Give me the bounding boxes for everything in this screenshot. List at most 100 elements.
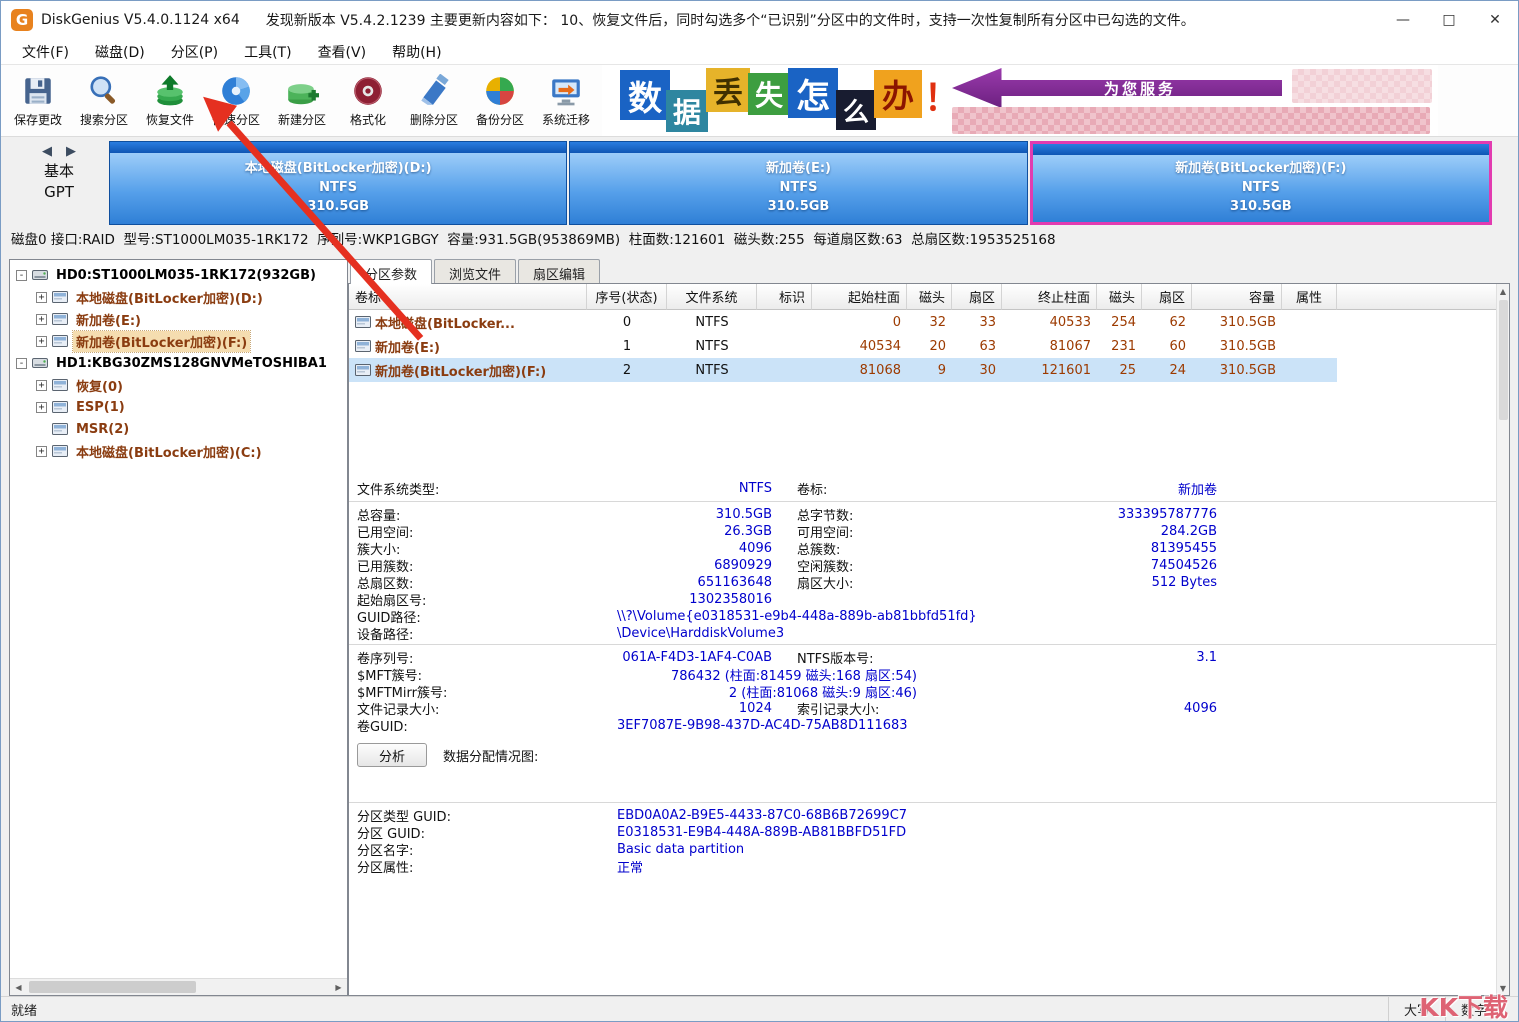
tab-browse-files[interactable]: 浏览文件: [434, 259, 516, 284]
collapse-icon[interactable]: -: [16, 358, 27, 369]
tree-item-hd0[interactable]: - HD0:ST1000LM035-1RK172(932GB): [10, 264, 347, 286]
main-area: - HD0:ST1000LM035-1RK172(932GB) + 本地磁盘(B…: [1, 251, 1518, 996]
cell-sector: 30: [979, 363, 996, 378]
next-disk-arrow[interactable]: ▶: [66, 144, 76, 159]
expand-icon[interactable]: +: [36, 314, 47, 325]
recover-files-button[interactable]: 恢复文件: [137, 65, 203, 136]
disk-bar-partition-e[interactable]: 新加卷(E:) NTFS 310.5GB: [569, 141, 1027, 225]
menu-disk[interactable]: 磁盘(D): [82, 39, 158, 64]
minimize-button[interactable]: —: [1380, 1, 1426, 39]
search-partition-button[interactable]: 搜索分区: [71, 65, 137, 136]
ad-char-tile: 办: [874, 70, 922, 118]
column-header-attribute[interactable]: 属性: [1282, 284, 1337, 310]
detail-row: 总容量: 310.5GB 总字节数: 333395787776: [349, 505, 1509, 522]
format-button[interactable]: 格式化: [335, 65, 401, 136]
tree-item-label: 本地磁盘(BitLocker加密)(D:): [73, 287, 266, 308]
recover-files-icon: [153, 74, 187, 108]
column-header-sector2[interactable]: 扇区: [1142, 284, 1192, 310]
column-header-index[interactable]: 序号(状态): [587, 284, 667, 310]
cell-end-cylinder: 121601: [1041, 363, 1091, 378]
disk-bar-partition-f[interactable]: 新加卷(BitLocker加密)(F:) NTFS 310.5GB: [1030, 141, 1492, 225]
column-header-filesystem[interactable]: 文件系统: [667, 284, 757, 310]
column-header-head[interactable]: 磁头: [907, 284, 952, 310]
scroll-up-arrow[interactable]: ▲: [1497, 284, 1510, 298]
tree-item-recovery[interactable]: + 恢复(0): [10, 374, 347, 396]
ad-banner[interactable]: 数 据 丢 失 怎 么 办 ！ 为您服务: [602, 65, 1438, 136]
detail-value: Basic data partition: [617, 842, 1509, 857]
prev-disk-arrow[interactable]: ◀: [42, 144, 52, 159]
column-header-sector[interactable]: 扇区: [952, 284, 1002, 310]
column-header-head2[interactable]: 磁头: [1097, 284, 1142, 310]
scroll-right-arrow[interactable]: ▶: [330, 979, 347, 995]
detail-label: 索引记录大小:: [797, 699, 947, 718]
partition-style-label: 基本: [44, 162, 74, 180]
tree-item-label-selected: 新加卷(BitLocker加密)(F:): [73, 331, 250, 352]
scrollbar-thumb[interactable]: [29, 981, 196, 993]
title-bar: G DiskGenius V5.4.0.1124 x64 发现新版本 V5.4.…: [1, 1, 1518, 39]
detail-value: \\?\Volume{e0318531-e9b4-448a-889b-ab81b…: [617, 609, 1509, 624]
detail-value: 310.5GB: [507, 507, 772, 522]
tree-item-msr[interactable]: MSR(2): [10, 418, 347, 440]
cell-index: 0: [587, 310, 667, 334]
toolbar: 保存更改 搜索分区 恢复文件 快速分区 新建分区 格式化 删除分区 备份分区: [1, 65, 1518, 137]
cell-capacity: 310.5GB: [1220, 339, 1276, 354]
maximize-button[interactable]: □: [1426, 1, 1472, 39]
tab-sector-edit[interactable]: 扇区编辑: [518, 259, 600, 284]
detail-row-guid-path: GUID路径: \\?\Volume{e0318531-e9b4-448a-88…: [349, 607, 1509, 624]
tree-item-partition-d[interactable]: + 本地磁盘(BitLocker加密)(D:): [10, 286, 347, 308]
detail-row-partition-type-guid: 分区类型 GUID: EBD0A0A2-B9E5-4433-87C0-68B6B…: [349, 806, 1509, 823]
detail-label: 设备路径:: [357, 624, 617, 643]
collapse-icon[interactable]: -: [16, 270, 27, 281]
cell-head2: 25: [1119, 363, 1136, 378]
column-header-start-cylinder[interactable]: 起始柱面: [812, 284, 907, 310]
detail-label: 卷标:: [797, 479, 947, 498]
tree-item-hd1[interactable]: - HD1:KBG30ZMS128GNVMeTOSHIBA1: [10, 352, 347, 374]
close-button[interactable]: ✕: [1472, 1, 1518, 39]
divider: [349, 644, 1509, 645]
analyze-button[interactable]: 分析: [357, 743, 427, 767]
detail-value: 512 Bytes: [947, 575, 1217, 590]
menu-tools[interactable]: 工具(T): [231, 39, 304, 64]
expand-icon[interactable]: +: [36, 402, 47, 413]
column-header-capacity[interactable]: 容量: [1192, 284, 1282, 310]
column-header-end-cylinder[interactable]: 终止柱面: [1002, 284, 1097, 310]
column-header-flag[interactable]: 标识: [757, 284, 812, 310]
partition-row-d[interactable]: 本地磁盘(BitLocker... 0 NTFS 0 32 33 40533 2…: [349, 310, 1509, 334]
tree-item-partition-e[interactable]: + 新加卷(E:): [10, 308, 347, 330]
scroll-down-arrow[interactable]: ▼: [1497, 981, 1510, 995]
new-partition-button[interactable]: 新建分区: [269, 65, 335, 136]
tree-item-esp[interactable]: + ESP(1): [10, 396, 347, 418]
tree-item-partition-f[interactable]: + 新加卷(BitLocker加密)(F:): [10, 330, 347, 352]
menu-file[interactable]: 文件(F): [9, 39, 82, 64]
ad-service-text: 为您服务: [1104, 78, 1176, 99]
detail-label: 扇区大小:: [797, 573, 947, 592]
expand-icon[interactable]: +: [36, 380, 47, 391]
menu-view[interactable]: 查看(V): [305, 39, 380, 64]
menu-partition[interactable]: 分区(P): [158, 39, 231, 64]
tree-horizontal-scrollbar[interactable]: ◀ ▶: [10, 978, 347, 995]
scroll-left-arrow[interactable]: ◀: [10, 979, 27, 995]
column-header-volume[interactable]: 卷标: [349, 284, 587, 310]
tree-item-partition-c[interactable]: + 本地磁盘(BitLocker加密)(C:): [10, 440, 347, 462]
detail-row: 文件系统类型: NTFS 卷标: 新加卷: [349, 478, 1509, 498]
expand-icon[interactable]: +: [36, 336, 47, 347]
resize-grip[interactable]: [1502, 997, 1518, 1021]
cell-sector2: 62: [1169, 315, 1186, 330]
expand-icon[interactable]: +: [36, 446, 47, 457]
scrollbar-track[interactable]: [27, 979, 330, 995]
partition-row-f-selected[interactable]: 新加卷(BitLocker加密)(F:) 2 NTFS 81068 9 30 1…: [349, 358, 1509, 382]
menu-help[interactable]: 帮助(H): [379, 39, 454, 64]
partition-row-e[interactable]: 新加卷(E:) 1 NTFS 40534 20 63 81067 231 60 …: [349, 334, 1509, 358]
system-migration-button[interactable]: 系统迁移: [533, 65, 599, 136]
quick-partition-button[interactable]: 快速分区: [203, 65, 269, 136]
tab-partition-params[interactable]: 分区参数: [350, 259, 432, 284]
expand-icon[interactable]: +: [36, 292, 47, 303]
disk-bar-partition-d[interactable]: 本地磁盘(BitLocker加密)(D:) NTFS 310.5GB: [109, 141, 567, 225]
scrollbar-thumb[interactable]: [1499, 300, 1508, 420]
divider: [349, 501, 1509, 502]
vertical-scrollbar[interactable]: ▲ ▼: [1496, 284, 1509, 995]
delete-partition-button[interactable]: 删除分区: [401, 65, 467, 136]
backup-partition-button[interactable]: 备份分区: [467, 65, 533, 136]
save-changes-button[interactable]: 保存更改: [5, 65, 71, 136]
caps-lock-indicator: 大写: [1388, 997, 1445, 1021]
